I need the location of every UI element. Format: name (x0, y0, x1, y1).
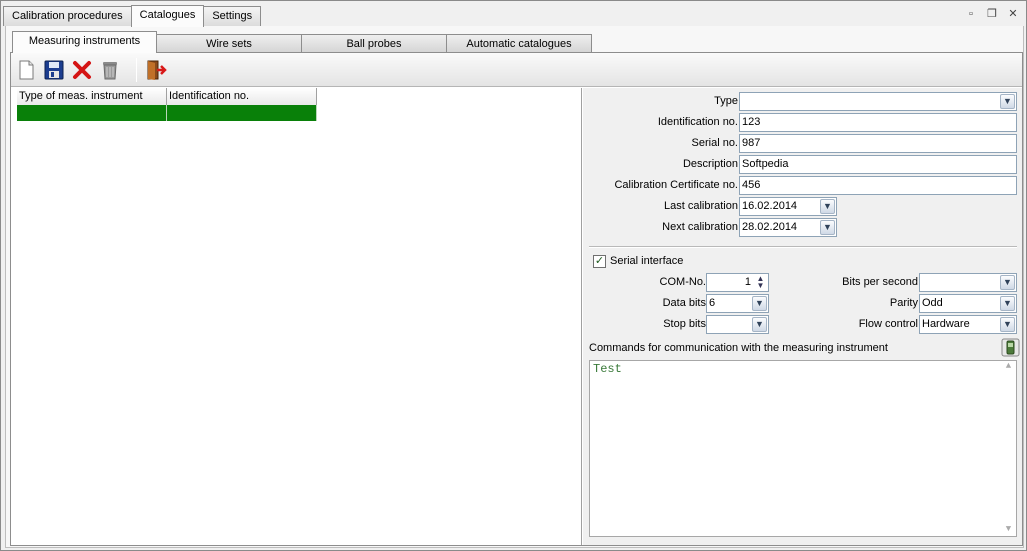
tab-calibration-procedures[interactable]: Calibration procedures (3, 6, 132, 26)
identification-field[interactable]: 123 (739, 113, 1017, 132)
serial-interface-label: Serial interface (610, 255, 684, 267)
chevron-down-icon[interactable]: ▼ (1000, 94, 1015, 109)
cert-field[interactable]: 456 (739, 176, 1017, 195)
trash-icon[interactable] (98, 58, 122, 82)
parity-label: Parity (889, 297, 918, 309)
exit-door-icon[interactable] (144, 58, 168, 82)
new-document-icon[interactable] (14, 58, 38, 82)
flow-label: Flow control (858, 318, 918, 330)
instrument-list[interactable]: Type of meas. instrument Identification … (13, 88, 578, 545)
com-stepper[interactable]: 1 ▲ ▼ (706, 273, 769, 292)
device-icon[interactable] (1001, 338, 1020, 357)
spin-arrows-icon[interactable]: ▲ ▼ (754, 275, 767, 290)
flow-value: Hardware (922, 318, 970, 330)
cell-identification (167, 105, 317, 121)
splitter[interactable] (581, 88, 582, 545)
textarea-scrollbar[interactable]: ▲ ▼ (1001, 361, 1016, 536)
bps-combo[interactable]: ▼ (919, 273, 1017, 292)
chevron-down-icon[interactable]: ▼ (820, 199, 835, 214)
parity-combo[interactable]: Odd ▼ (919, 294, 1017, 313)
description-field[interactable]: Softpedia (739, 155, 1017, 174)
chevron-down-icon[interactable]: ▼ (1000, 275, 1015, 290)
catalogues-content: Measuring instruments Wire sets Ball pro… (5, 26, 1024, 548)
cert-label: Calibration Certificate no. (614, 179, 738, 191)
description-label: Description (682, 158, 738, 170)
toolbar-separator (136, 58, 137, 82)
tab-wire-sets[interactable]: Wire sets (156, 34, 302, 53)
last-calibration-label: Last calibration (664, 200, 738, 212)
tab-settings[interactable]: Settings (203, 6, 262, 26)
chevron-down-icon[interactable]: ▼ (1000, 296, 1015, 311)
next-calibration-value: 28.02.2014 (742, 221, 798, 233)
stopbits-label: Stop bits (663, 318, 706, 330)
delete-icon[interactable] (70, 58, 94, 82)
tab-automatic-catalogues[interactable]: Automatic catalogues (446, 34, 592, 53)
serial-interface-checkbox[interactable]: ✓ (593, 255, 606, 268)
next-calibration-label: Next calibration (662, 221, 738, 233)
tab-measuring-instruments[interactable]: Measuring instruments (12, 31, 157, 53)
databits-combo[interactable]: 6 ▼ (706, 294, 769, 313)
commands-label: Commands for communication with the meas… (589, 342, 888, 354)
stopbits-combo[interactable]: ▼ (706, 315, 769, 334)
flow-combo[interactable]: Hardware ▼ (919, 315, 1017, 334)
serial-field[interactable]: 987 (739, 134, 1017, 153)
chevron-down-icon[interactable]: ▼ (1000, 317, 1015, 332)
databits-value: 6 (709, 297, 716, 309)
chevron-down-icon[interactable]: ▼ (752, 317, 767, 332)
type-combo[interactable]: ▼ (739, 92, 1017, 111)
identification-label: Identification no. (657, 116, 738, 128)
parity-value: Odd (922, 297, 943, 309)
catalogue-tab-bar: Measuring instruments Wire sets Ball pro… (12, 31, 592, 53)
tab-catalogues[interactable]: Catalogues (130, 5, 205, 27)
instrument-details-form: Type ▼ Identification no. 123 Serial no.… (583, 88, 1022, 545)
tab-ball-probes[interactable]: Ball probes (301, 34, 447, 53)
com-label: COM-No. (659, 276, 706, 288)
last-calibration-value: 16.02.2014 (742, 200, 798, 212)
save-icon[interactable] (42, 58, 66, 82)
application-window: Calibration procedures Catalogues Settin… (0, 0, 1027, 551)
measuring-instruments-panel: Type of meas. instrument Identification … (10, 52, 1023, 546)
column-identification-no[interactable]: Identification no. (167, 88, 317, 105)
main-tab-bar: Calibration procedures Catalogues Settin… (3, 5, 262, 27)
last-calibration-date[interactable]: 16.02.2014 ▼ (739, 197, 837, 216)
commands-text: Test (593, 362, 622, 376)
column-type-of-meas-instrument[interactable]: Type of meas. instrument (17, 88, 167, 105)
restore-icon[interactable]: ❐ (984, 7, 1000, 21)
chevron-down-icon[interactable]: ▼ (752, 296, 767, 311)
separator (589, 246, 1017, 248)
minimize-icon[interactable]: ▫ (963, 7, 979, 21)
bps-label: Bits per second (842, 276, 918, 288)
commands-textarea[interactable]: Test ▲ ▼ (589, 360, 1017, 537)
toolbar (11, 53, 1022, 87)
close-icon[interactable]: ✕ (1005, 7, 1021, 21)
cell-type (17, 105, 167, 121)
type-label: Type (714, 95, 738, 107)
serial-label: Serial no. (691, 137, 738, 149)
chevron-down-icon[interactable]: ▼ (820, 220, 835, 235)
databits-label: Data bits (662, 297, 706, 309)
table-row[interactable] (17, 105, 317, 121)
list-header: Type of meas. instrument Identification … (17, 88, 317, 105)
next-calibration-date[interactable]: 28.02.2014 ▼ (739, 218, 837, 237)
com-value: 1 (744, 276, 751, 288)
